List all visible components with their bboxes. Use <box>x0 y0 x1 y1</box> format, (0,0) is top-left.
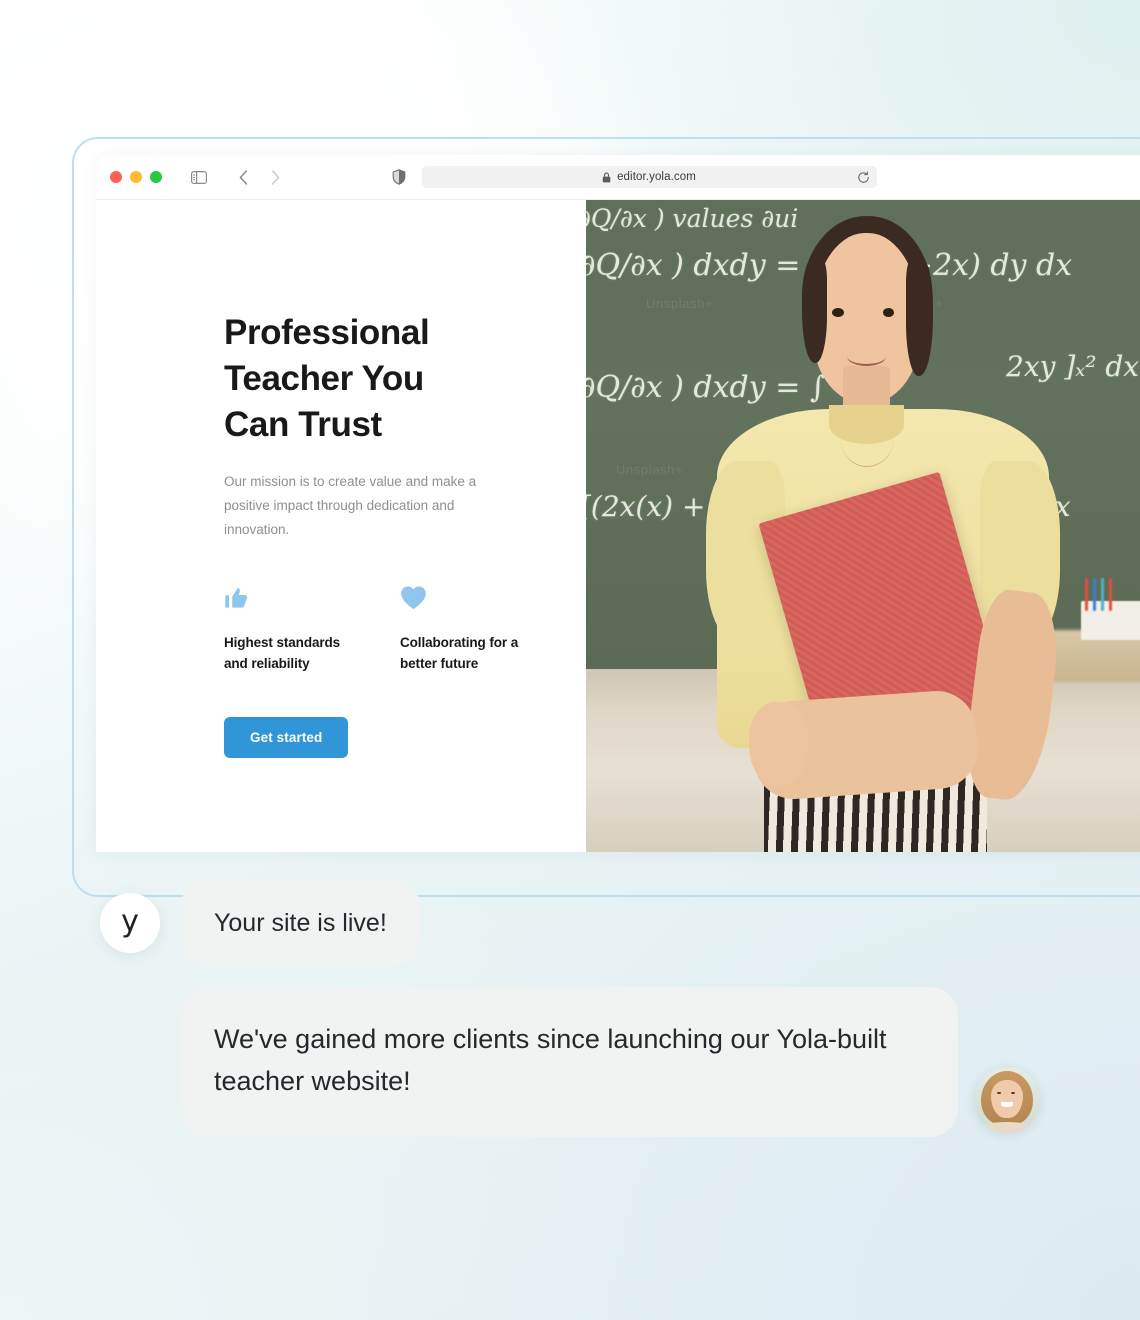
thumbs-up-icon <box>224 580 359 610</box>
lock-icon <box>602 172 611 183</box>
heart-icon <box>400 580 535 610</box>
feature-label: Collaborating for a better future <box>400 634 519 672</box>
yola-logo-glyph: y <box>121 904 139 939</box>
site-viewport: Professional Teacher You Can Trust Our m… <box>96 200 1140 852</box>
browser-toolbar: editor.yola.com <box>96 155 1140 200</box>
yola-logo-avatar: y <box>100 893 160 953</box>
close-window-button[interactable] <box>110 171 122 183</box>
feature-item-collaboration: Collaborating for a better future <box>400 580 535 676</box>
teacher-figure <box>702 200 1065 852</box>
page-title: Professional Teacher You Can Trust <box>224 313 430 444</box>
chat-row-brand: y Your site is live! <box>0 880 1140 966</box>
page-root: editor.yola.com Professional Teacher You… <box>0 0 1140 1320</box>
minimize-window-button[interactable] <box>130 171 142 183</box>
get-started-button[interactable]: Get started <box>224 717 349 759</box>
url-bar[interactable]: editor.yola.com <box>421 166 877 188</box>
url-text: editor.yola.com <box>617 171 696 183</box>
zoom-window-button[interactable] <box>150 171 162 183</box>
navigation-buttons <box>232 166 286 188</box>
feature-list: Highest standards and reliability Collab… <box>224 580 586 676</box>
browser-window: editor.yola.com Professional Teacher You… <box>96 155 1140 852</box>
feature-label: Highest standards and reliability <box>224 634 341 672</box>
forward-arrow-icon[interactable] <box>264 166 286 188</box>
chat-bubble-brand: Your site is live! <box>181 880 420 966</box>
chat-row-user: We've gained more clients since launchin… <box>0 987 1140 1137</box>
sidebar-icon[interactable] <box>188 166 210 188</box>
photo-watermark: Unsplash+ <box>616 462 684 477</box>
back-arrow-icon[interactable] <box>232 166 254 188</box>
pen-holder <box>1081 578 1133 611</box>
url-content: editor.yola.com <box>602 171 696 183</box>
user-avatar <box>974 1066 1040 1133</box>
privacy-shield-icon[interactable] <box>388 166 410 188</box>
feature-item-standards: Highest standards and reliability <box>224 580 359 676</box>
hero-subtitle: Our mission is to create value and make … <box>224 473 477 537</box>
hero-photo: ∂Q/∂x ) values ∂ui ∂Q/∂x ) dxdy = ∫ ∫ (2… <box>586 200 1140 852</box>
hero-text-column: Professional Teacher You Can Trust Our m… <box>96 200 586 852</box>
testimonial-chat: y Your site is live! We've gained more c… <box>0 880 1140 1137</box>
chat-bubble-user: We've gained more clients since launchin… <box>180 987 958 1137</box>
reload-icon[interactable] <box>857 170 870 184</box>
window-controls <box>110 171 162 183</box>
